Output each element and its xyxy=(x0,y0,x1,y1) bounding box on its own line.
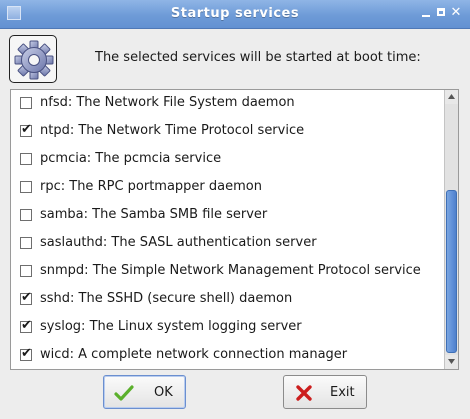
header-text: The selected services will be started at… xyxy=(95,50,421,65)
service-label: nfsd: The Network File System daemon xyxy=(40,95,295,110)
minimize-icon[interactable] xyxy=(419,5,433,21)
service-label: samba: The Samba SMB file server xyxy=(40,207,268,222)
service-checkbox[interactable] xyxy=(20,97,32,109)
service-row[interactable]: ✔ sshd: The SSHD (secure shell) daemon xyxy=(11,286,444,314)
checkmark-icon xyxy=(114,385,134,401)
gear-icon xyxy=(9,35,57,83)
service-label: pcmcia: The pcmcia service xyxy=(40,151,222,166)
service-label: syslog: The Linux system logging server xyxy=(40,319,302,334)
checkmark-icon: ✔ xyxy=(21,290,32,305)
scrollbar-thumb[interactable] xyxy=(446,190,457,353)
exit-button[interactable]: Exit xyxy=(283,375,367,409)
arrow-down-icon xyxy=(448,359,455,364)
service-checkbox[interactable]: ✔ xyxy=(20,290,32,305)
exit-button-label: Exit xyxy=(330,385,355,400)
service-row[interactable]: ✔ ntpd: The Network Time Protocol servic… xyxy=(11,118,444,146)
checkmark-icon: ✔ xyxy=(21,346,32,361)
service-row[interactable]: rpc: The RPC portmapper daemon xyxy=(11,174,444,202)
service-label: saslauthd: The SASL authentication serve… xyxy=(40,235,317,250)
services-list[interactable]: nfsd: The Network File System daemon ✔ n… xyxy=(11,90,444,369)
startup-services-window: Startup services ✕ The selected services… xyxy=(0,0,470,419)
service-checkbox[interactable]: ✔ xyxy=(20,122,32,137)
services-list-frame: nfsd: The Network File System daemon ✔ n… xyxy=(10,89,459,370)
service-checkbox[interactable] xyxy=(20,209,32,221)
scroll-down-button[interactable] xyxy=(445,355,458,369)
service-label: sshd: The SSHD (secure shell) daemon xyxy=(40,291,293,306)
service-row[interactable]: pcmcia: The pcmcia service xyxy=(11,146,444,174)
title-bar[interactable]: Startup services ✕ xyxy=(0,0,470,29)
service-label: ntpd: The Network Time Protocol service xyxy=(40,123,305,138)
vertical-scrollbar[interactable] xyxy=(444,90,458,369)
service-checkbox[interactable] xyxy=(20,265,32,277)
service-row[interactable]: ✔ syslog: The Linux system logging serve… xyxy=(11,314,444,342)
service-row[interactable]: samba: The Samba SMB file server xyxy=(11,202,444,230)
service-row[interactable]: saslauthd: The SASL authentication serve… xyxy=(11,230,444,258)
service-row[interactable]: snmpd: The Simple Network Management Pro… xyxy=(11,258,444,286)
service-row[interactable]: nfsd: The Network File System daemon xyxy=(11,90,444,118)
checkmark-icon: ✔ xyxy=(21,318,32,333)
scroll-up-button[interactable] xyxy=(445,90,458,104)
close-icon[interactable]: ✕ xyxy=(449,5,463,21)
ok-button-label: OK xyxy=(154,385,173,400)
cross-icon xyxy=(296,385,312,401)
service-row[interactable]: ✔ wicd: A complete network connection ma… xyxy=(11,342,444,369)
ok-button[interactable]: OK xyxy=(103,375,186,409)
arrow-up-icon xyxy=(448,94,455,99)
service-checkbox[interactable] xyxy=(20,153,32,165)
maximize-icon[interactable] xyxy=(434,5,448,21)
service-label: wicd: A complete network connection mana… xyxy=(40,347,348,362)
checkmark-icon: ✔ xyxy=(21,122,32,137)
service-checkbox[interactable]: ✔ xyxy=(20,346,32,361)
window-title: Startup services xyxy=(170,6,300,21)
service-label: snmpd: The Simple Network Management Pro… xyxy=(40,263,421,278)
service-checkbox[interactable] xyxy=(20,181,32,193)
service-checkbox[interactable]: ✔ xyxy=(20,318,32,333)
service-label: rpc: The RPC portmapper daemon xyxy=(40,179,262,194)
service-checkbox[interactable] xyxy=(20,237,32,249)
